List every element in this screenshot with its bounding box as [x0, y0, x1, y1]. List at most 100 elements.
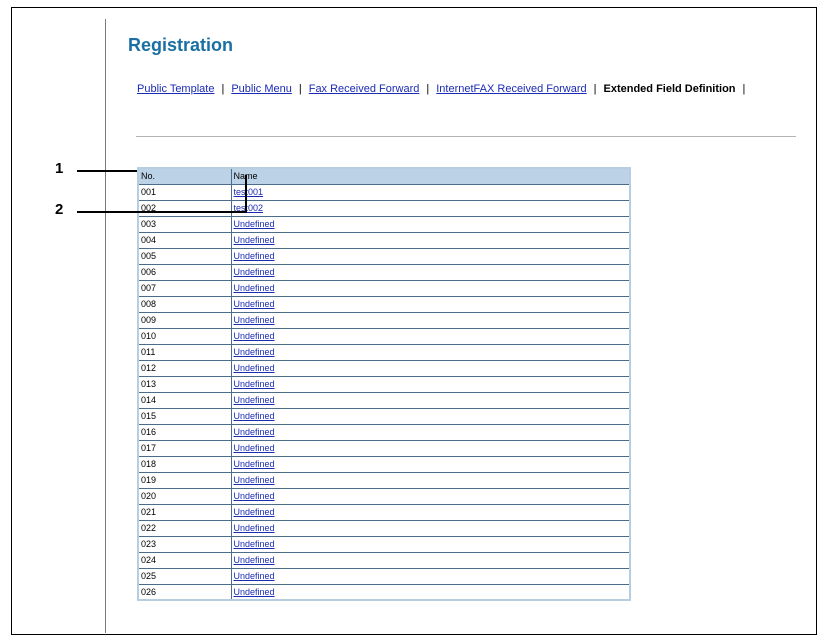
field-name-link[interactable]: Undefined	[234, 411, 275, 421]
table-row: 021 Undefined	[137, 503, 631, 521]
row-name-cell: Undefined	[230, 375, 631, 393]
field-name-link[interactable]: Undefined	[234, 219, 275, 229]
row-name-cell: Undefined	[230, 583, 631, 601]
row-number: 009	[137, 311, 232, 329]
tab-fax-received-forward[interactable]: Fax Received Forward	[309, 83, 420, 95]
row-name-cell: Undefined	[230, 423, 631, 441]
field-name-link[interactable]: Undefined	[234, 299, 275, 309]
row-name-cell: Undefined	[230, 295, 631, 313]
tab-extended-field-definition[interactable]: Extended Field Definition	[604, 83, 736, 95]
row-number: 011	[137, 343, 232, 361]
field-name-link[interactable]: Undefined	[234, 491, 275, 501]
field-name-link[interactable]: Undefined	[234, 475, 275, 485]
tab-public-template[interactable]: Public Template	[137, 83, 214, 95]
field-name-link[interactable]: Undefined	[234, 347, 275, 357]
divider	[136, 136, 796, 137]
field-name-link[interactable]: Undefined	[234, 443, 275, 453]
row-name-cell: Undefined	[230, 535, 631, 553]
row-number: 023	[137, 535, 232, 553]
tab-separator: |	[298, 83, 302, 95]
table-row: 023 Undefined	[137, 535, 631, 553]
table-row: 020 Undefined	[137, 487, 631, 505]
table-row: 010 Undefined	[137, 327, 631, 345]
registration-tabs: Public Template | Public Menu | Fax Received…	[137, 83, 752, 95]
table-row: 005 Undefined	[137, 247, 631, 265]
row-number: 025	[137, 567, 232, 585]
row-number: 012	[137, 359, 232, 377]
callout-2-line	[77, 211, 247, 213]
row-number: 022	[137, 519, 232, 537]
field-name-link[interactable]: Undefined	[234, 427, 275, 437]
callout-2-leader	[245, 175, 247, 213]
row-number: 003	[137, 215, 232, 233]
row-name-cell: Undefined	[230, 391, 631, 409]
field-name-link[interactable]: test001	[234, 187, 264, 197]
row-number: 006	[137, 263, 232, 281]
row-name-cell: Undefined	[230, 359, 631, 377]
table-row: 026 Undefined	[137, 583, 631, 601]
field-name-link[interactable]: Undefined	[234, 235, 275, 245]
field-name-link[interactable]: Undefined	[234, 523, 275, 533]
table-row: 017 Undefined	[137, 439, 631, 457]
field-name-link[interactable]: Undefined	[234, 587, 275, 597]
table-row: 013 Undefined	[137, 375, 631, 393]
row-number: 004	[137, 231, 232, 249]
row-number: 007	[137, 279, 232, 297]
field-name-link[interactable]: Undefined	[234, 539, 275, 549]
row-name-cell: Undefined	[230, 503, 631, 521]
tab-internetfax-received-forward[interactable]: InternetFAX Received Forward	[436, 83, 586, 95]
table-row: 015 Undefined	[137, 407, 631, 425]
row-name-cell: Undefined	[230, 263, 631, 281]
table-row: 006 Undefined	[137, 263, 631, 281]
field-name-link[interactable]: Undefined	[234, 395, 275, 405]
field-name-link[interactable]: Undefined	[234, 267, 275, 277]
table-row: 009 Undefined	[137, 311, 631, 329]
tab-separator: |	[221, 83, 225, 95]
field-name-link[interactable]: Undefined	[234, 283, 275, 293]
row-name-cell: Undefined	[230, 471, 631, 489]
row-name-cell: Undefined	[230, 551, 631, 569]
table-row: 018 Undefined	[137, 455, 631, 473]
row-number: 021	[137, 503, 232, 521]
row-number: 015	[137, 407, 232, 425]
field-name-link[interactable]: Undefined	[234, 363, 275, 373]
row-number: 010	[137, 327, 232, 345]
field-name-link[interactable]: Undefined	[234, 555, 275, 565]
callout-2-label: 2	[55, 201, 64, 218]
row-name-cell: Undefined	[230, 279, 631, 297]
table-row: 003 Undefined	[137, 215, 631, 233]
field-name-link[interactable]: Undefined	[234, 331, 275, 341]
field-name-link[interactable]: Undefined	[234, 507, 275, 517]
field-name-link[interactable]: Undefined	[234, 459, 275, 469]
field-name-link[interactable]: Undefined	[234, 251, 275, 261]
callout-1-line	[77, 170, 137, 172]
row-number: 008	[137, 295, 232, 313]
tab-public-menu[interactable]: Public Menu	[231, 83, 292, 95]
row-number: 005	[137, 247, 232, 265]
tab-separator: |	[593, 83, 597, 95]
field-name-link[interactable]: Undefined	[234, 571, 275, 581]
row-number: 024	[137, 551, 232, 569]
field-name-link[interactable]: Undefined	[234, 315, 275, 325]
table-row: 001 test001	[137, 183, 631, 201]
table-row: 014 Undefined	[137, 391, 631, 409]
row-name-cell: test002	[230, 199, 631, 217]
table-row: 022 Undefined	[137, 519, 631, 537]
registration-panel: Registration Public Template | Public Menu…	[105, 19, 796, 633]
table-row: 012 Undefined	[137, 359, 631, 377]
tab-separator: |	[742, 83, 746, 95]
row-name-cell: test001	[230, 183, 631, 201]
row-name-cell: Undefined	[230, 215, 631, 233]
row-number: 002	[137, 199, 232, 217]
row-number: 018	[137, 455, 232, 473]
row-name-cell: Undefined	[230, 311, 631, 329]
tab-separator: |	[426, 83, 430, 95]
row-number: 013	[137, 375, 232, 393]
row-name-cell: Undefined	[230, 439, 631, 457]
table-row: 008 Undefined	[137, 295, 631, 313]
field-name-link[interactable]: Undefined	[234, 379, 275, 389]
extended-field-table: No. Name 001test001002test002003Undefine…	[137, 167, 631, 601]
row-number: 001	[137, 183, 232, 201]
row-name-cell: Undefined	[230, 327, 631, 345]
table-row: 004 Undefined	[137, 231, 631, 249]
